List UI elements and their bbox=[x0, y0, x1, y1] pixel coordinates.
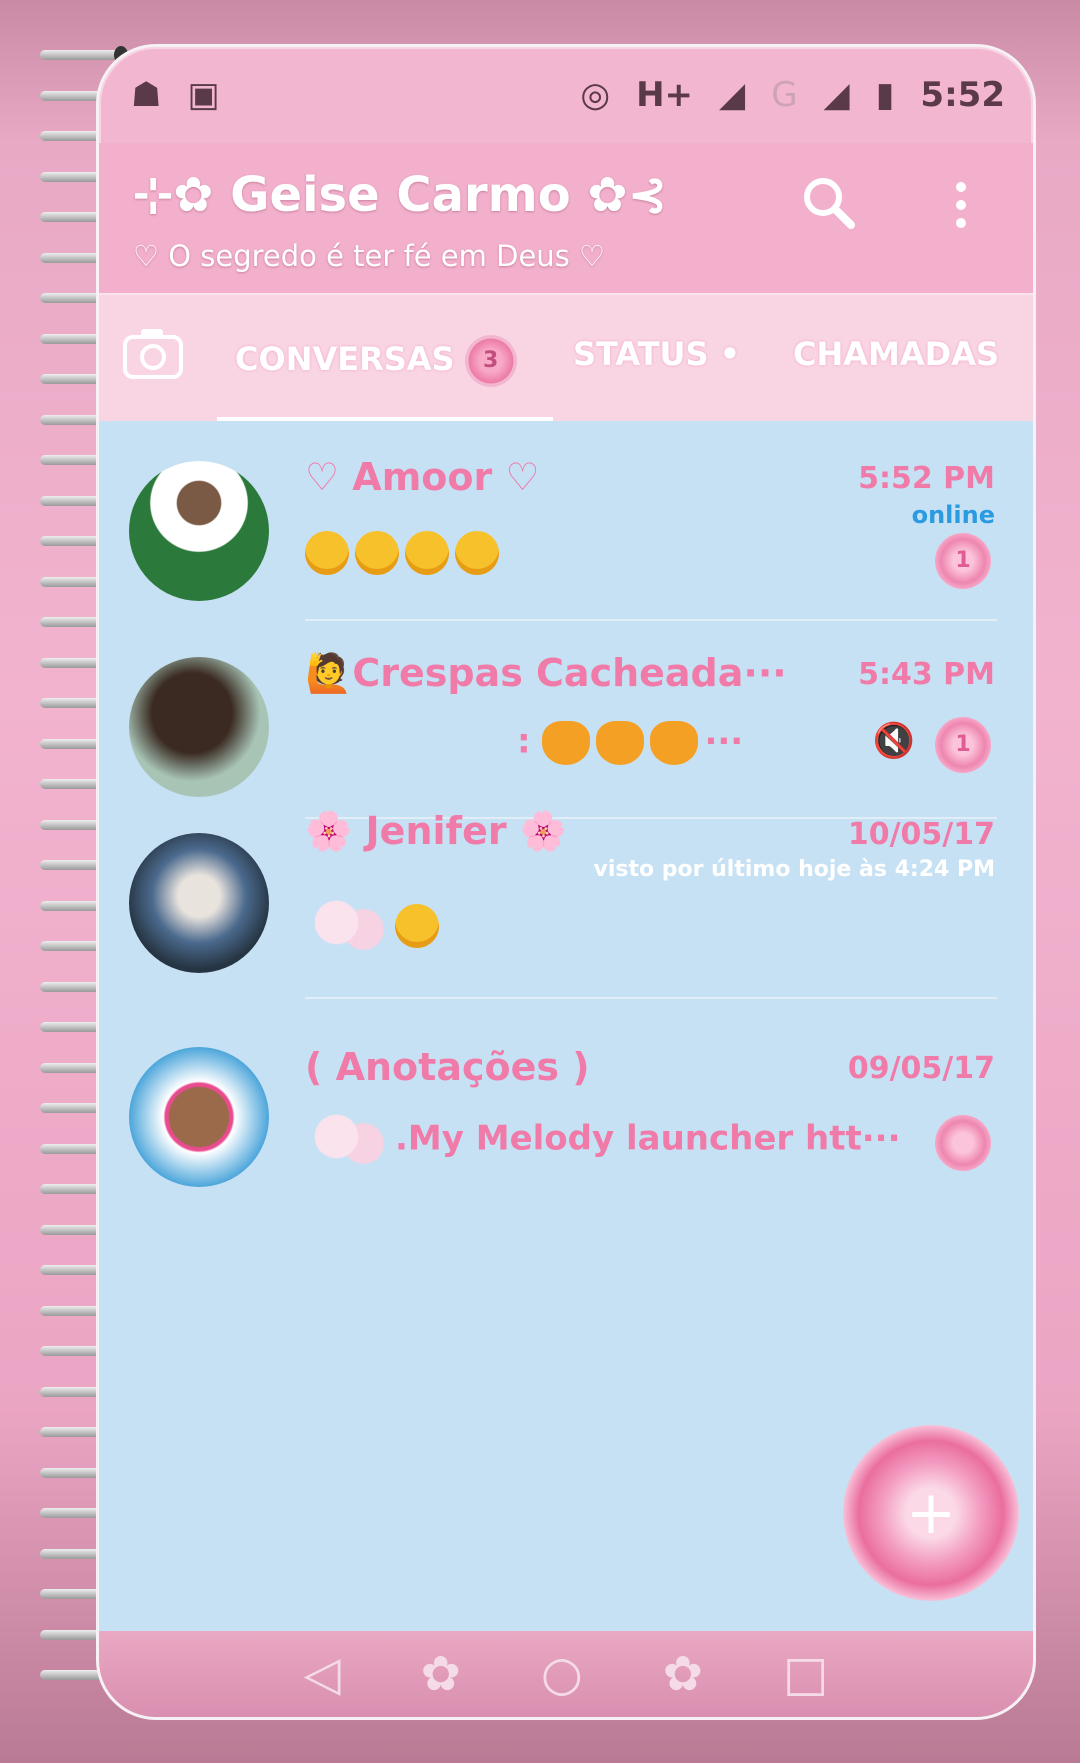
sync-icon: ◎ bbox=[580, 75, 611, 115]
emoji-icon bbox=[305, 531, 349, 575]
chat-name: 🌸 Jenifer 🌸 bbox=[305, 809, 567, 854]
emoji-icon bbox=[395, 904, 439, 948]
search-icon[interactable] bbox=[799, 173, 859, 246]
network-type-2: G bbox=[771, 75, 798, 115]
unread-badge: 1 bbox=[935, 717, 991, 773]
tab-status-label: STATUS bbox=[573, 335, 709, 373]
emoji-icon bbox=[405, 531, 449, 575]
emoji-icon bbox=[542, 721, 591, 765]
emoji-icon bbox=[455, 531, 499, 575]
sticker-icon bbox=[305, 1105, 395, 1175]
pin-flower-icon bbox=[935, 1115, 991, 1171]
more-vert-icon[interactable] bbox=[951, 177, 971, 250]
chat-preview-text: .My Melody launcher htt··· bbox=[395, 1118, 901, 1159]
camera-icon[interactable] bbox=[121, 325, 185, 385]
flower-icon: ✿ bbox=[420, 1646, 461, 1702]
status-dot-icon: • bbox=[708, 335, 741, 373]
chat-name-text: Jenifer bbox=[365, 809, 507, 853]
preview-prefix: : bbox=[517, 721, 531, 762]
chat-name: 🙋Crespas Cacheada··· bbox=[305, 651, 787, 696]
chat-name: ( Anotações ) bbox=[305, 1045, 590, 1089]
unread-count-badge: 3 bbox=[464, 335, 517, 387]
chat-preview: .My Melody launcher htt··· bbox=[305, 1105, 900, 1175]
tab-bar: CONVERSAS 3 STATUS • CHAMADAS bbox=[99, 293, 1033, 423]
app-bar: ⊹✿ Geise Carmo ✿⊰ ♡ O segredo é ter fé e… bbox=[99, 143, 1033, 293]
navigation-bar: ◁ ✿ ○ ✿ □ bbox=[99, 1631, 1033, 1717]
chat-row[interactable]: ♡ Amoor ♡ 5:52 PM online 1 bbox=[99, 421, 1033, 621]
emoji-icon bbox=[355, 531, 399, 575]
profile-subtitle: ♡ O segredo é ter fé em Deus ♡ bbox=[133, 239, 605, 273]
chat-time: 5:43 PM bbox=[858, 657, 995, 692]
clock: 5:52 bbox=[920, 75, 1005, 115]
new-chat-icon[interactable]: + bbox=[843, 1425, 1019, 1601]
emoji-icon bbox=[650, 721, 699, 765]
notification-icon: ☗ bbox=[131, 75, 162, 115]
signal-icon: ◢ bbox=[719, 75, 746, 115]
preview-ellipsis: ··· bbox=[704, 721, 744, 762]
signal-icon-2: ◢ bbox=[823, 75, 850, 115]
tab-chamadas-label: CHAMADAS bbox=[793, 335, 1000, 373]
tab-conversas[interactable]: CONVERSAS 3 bbox=[235, 335, 517, 387]
flower-icon: 🌸 bbox=[305, 809, 366, 853]
chat-time: 10/05/17 bbox=[847, 817, 995, 852]
flower-icon: 🌸 bbox=[506, 809, 568, 853]
chat-time: 5:52 PM bbox=[858, 461, 995, 496]
last-seen: visto por último hoje às 4:24 PM bbox=[593, 857, 996, 882]
avatar[interactable] bbox=[129, 1047, 269, 1187]
battery-icon: ▮ bbox=[875, 75, 895, 115]
avatar[interactable] bbox=[129, 657, 269, 797]
chat-row[interactable]: 🌸 Jenifer 🌸 10/05/17 visto por último ho… bbox=[99, 809, 1033, 1021]
chat-row[interactable]: 🙋Crespas Cacheada··· 5:43 PM : ··· 🔇 1 bbox=[99, 621, 1033, 821]
chat-row[interactable]: ( Anotações ) 09/05/17 .My Melody launch… bbox=[99, 1011, 1033, 1211]
avatar[interactable] bbox=[129, 461, 269, 601]
status-bar: ☗ ▣ ◎ H+ ◢ G ◢ ▮ 5:52 bbox=[99, 47, 1033, 143]
avatar[interactable] bbox=[129, 833, 269, 973]
image-notification-icon: ▣ bbox=[187, 75, 220, 115]
chat-preview bbox=[305, 891, 445, 961]
tab-chamadas[interactable]: CHAMADAS bbox=[793, 335, 999, 373]
tab-status[interactable]: STATUS • bbox=[573, 335, 740, 373]
divider bbox=[305, 997, 997, 999]
phone-screen: ☗ ▣ ◎ H+ ◢ G ◢ ▮ 5:52 ⊹✿ Geise Carmo ✿⊰ … bbox=[96, 44, 1036, 1720]
sticker-icon bbox=[305, 891, 395, 961]
chat-name: ♡ Amoor ♡ bbox=[305, 455, 540, 499]
emoji-icon bbox=[596, 721, 645, 765]
recents-icon[interactable]: □ bbox=[783, 1646, 828, 1702]
flower-icon: ✿ bbox=[662, 1646, 703, 1702]
chat-preview: : ··· bbox=[517, 721, 743, 765]
chat-name-text: Crespas Cacheada··· bbox=[352, 651, 787, 695]
person-emoji-icon: 🙋 bbox=[305, 651, 353, 695]
chat-time: 09/05/17 bbox=[847, 1051, 995, 1086]
profile-title[interactable]: ⊹✿ Geise Carmo ✿⊰ bbox=[133, 167, 668, 223]
network-type: H+ bbox=[636, 75, 694, 115]
online-status: online bbox=[911, 501, 995, 529]
tab-conversas-label: CONVERSAS bbox=[235, 340, 455, 378]
unread-badge: 1 bbox=[935, 533, 991, 589]
chat-preview bbox=[305, 531, 505, 575]
muted-icon: 🔇 bbox=[872, 721, 915, 761]
home-icon[interactable]: ○ bbox=[541, 1646, 583, 1702]
back-icon[interactable]: ◁ bbox=[304, 1646, 341, 1702]
